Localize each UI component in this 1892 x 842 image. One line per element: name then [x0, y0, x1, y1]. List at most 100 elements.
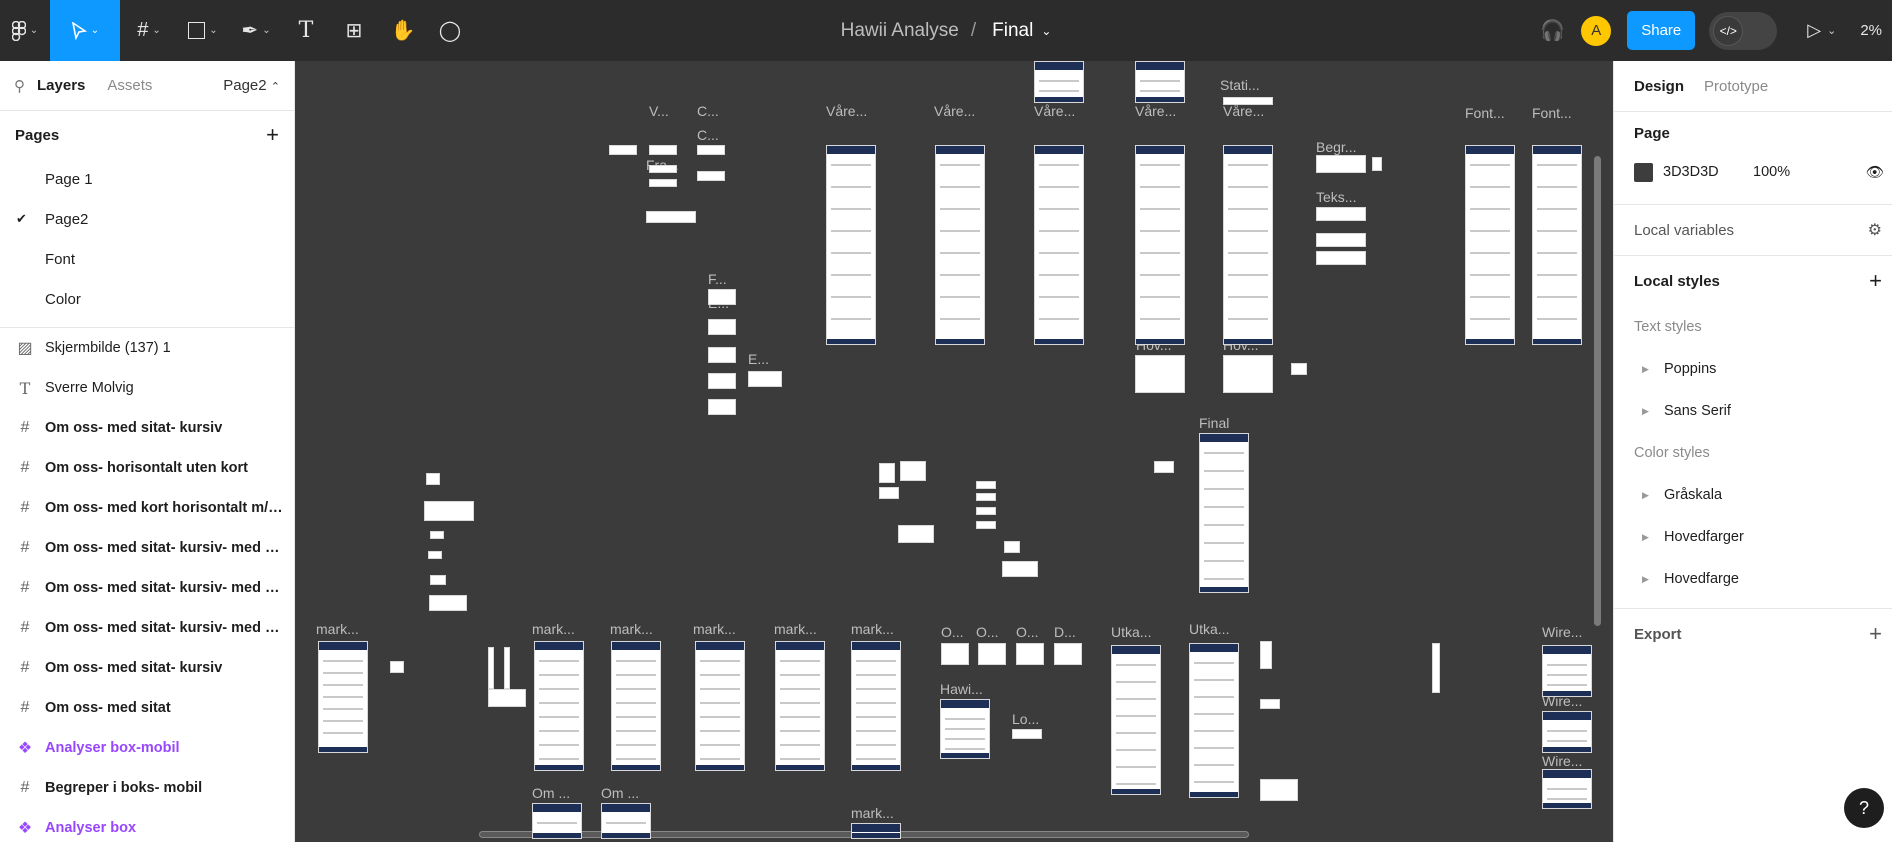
- frame-label[interactable]: O...: [1016, 624, 1039, 640]
- canvas-frame[interactable]: [826, 145, 876, 345]
- frame-label[interactable]: V...: [649, 103, 669, 119]
- text-tool-button[interactable]: T: [284, 0, 328, 61]
- canvas-frame[interactable]: [941, 643, 969, 665]
- canvas-frame[interactable]: [318, 641, 368, 753]
- frame-label[interactable]: Utka...: [1111, 624, 1151, 640]
- frame-label[interactable]: E...: [748, 351, 769, 367]
- canvas-frame[interactable]: [1002, 561, 1038, 577]
- canvas-frame[interactable]: [1432, 643, 1440, 693]
- layer-item[interactable]: # Begreper i boks- mobil: [0, 768, 294, 808]
- resources-tool-button[interactable]: ⊞: [328, 0, 380, 61]
- frame-label[interactable]: D...: [1054, 624, 1076, 640]
- canvas-frame[interactable]: [1372, 157, 1382, 171]
- main-menu-button[interactable]: ⌄: [0, 0, 50, 61]
- canvas-frame[interactable]: [1316, 251, 1366, 265]
- canvas-frame[interactable]: [940, 699, 990, 759]
- canvas-frame[interactable]: [1260, 641, 1272, 669]
- canvas-frame[interactable]: [1199, 433, 1249, 593]
- frame-label[interactable]: Stati...: [1220, 77, 1260, 93]
- canvas-frame[interactable]: [1223, 145, 1273, 345]
- canvas-frame[interactable]: [426, 473, 440, 485]
- vertical-scrollbar[interactable]: [1594, 156, 1601, 626]
- canvas-frame[interactable]: [1054, 643, 1082, 665]
- frame-label[interactable]: mark...: [693, 621, 736, 637]
- canvas-frame[interactable]: [429, 595, 467, 611]
- color-style-item[interactable]: ▶ Hovedfarger: [1634, 516, 1872, 558]
- frame-label[interactable]: Font...: [1465, 105, 1505, 121]
- frame-label[interactable]: Våre...: [1223, 103, 1264, 119]
- canvas-frame[interactable]: [1542, 711, 1592, 753]
- canvas-frame[interactable]: [649, 145, 677, 155]
- frame-label[interactable]: mark...: [532, 621, 575, 637]
- dev-mode-toggle[interactable]: </>: [1709, 11, 1778, 50]
- frame-tool-button[interactable]: # ⌄: [120, 0, 178, 61]
- layer-item[interactable]: # Om oss- med kort horisontalt m/k...: [0, 488, 294, 528]
- layer-item[interactable]: # Om oss- horisontalt uten kort: [0, 448, 294, 488]
- canvas-frame[interactable]: [1291, 363, 1307, 375]
- frame-label[interactable]: Våre...: [1034, 103, 1075, 119]
- frame-label[interactable]: Utka...: [1189, 621, 1229, 637]
- canvas-frame[interactable]: [1316, 233, 1366, 247]
- canvas-frame[interactable]: [1260, 779, 1298, 801]
- page-item-page2[interactable]: ✔ Page2: [0, 199, 294, 239]
- canvas-frame[interactable]: [1223, 355, 1273, 393]
- zoom-level[interactable]: 2%: [1860, 22, 1882, 39]
- frame-label[interactable]: Teks...: [1316, 189, 1356, 205]
- canvas-frame[interactable]: [428, 551, 442, 559]
- layer-item[interactable]: # Om oss- med sitat- kursiv- med bi...: [0, 528, 294, 568]
- canvas-frame[interactable]: [708, 373, 736, 389]
- canvas-frame[interactable]: [1016, 643, 1044, 665]
- layer-item[interactable]: # Om oss- med sitat- kursiv: [0, 648, 294, 688]
- layer-item[interactable]: ❖ Analyser box-mobil: [0, 728, 294, 768]
- project-name[interactable]: Hawii Analyse: [841, 20, 959, 42]
- background-opacity[interactable]: 100%: [1753, 164, 1790, 180]
- canvas-frame[interactable]: [430, 531, 444, 539]
- frame-label[interactable]: Wire...: [1542, 624, 1582, 640]
- move-tool-button[interactable]: ⌄: [50, 0, 120, 61]
- canvas-frame[interactable]: [646, 211, 696, 223]
- layer-item[interactable]: # Om oss- med sitat- kursiv- med bi...: [0, 608, 294, 648]
- frame-label[interactable]: mark...: [774, 621, 817, 637]
- color-style-item[interactable]: ▶ Gråskala: [1634, 474, 1872, 516]
- canvas-frame[interactable]: [879, 463, 895, 483]
- canvas-frame[interactable]: [504, 647, 510, 689]
- frame-label[interactable]: C...: [697, 127, 719, 143]
- canvas-frame[interactable]: [697, 145, 725, 155]
- frame-label[interactable]: Våre...: [934, 103, 975, 119]
- sliders-icon[interactable]: ⚙: [1868, 220, 1882, 240]
- canvas-frame[interactable]: [1189, 643, 1239, 798]
- canvas-frame[interactable]: [390, 661, 404, 673]
- canvas-frame[interactable]: [609, 145, 637, 155]
- chevron-down-icon[interactable]: ⌄: [1041, 24, 1051, 38]
- canvas-frame[interactable]: [1034, 145, 1084, 345]
- avatar[interactable]: A: [1581, 15, 1612, 46]
- canvas-frame[interactable]: [649, 165, 677, 173]
- canvas-frame[interactable]: [488, 689, 526, 707]
- share-button[interactable]: Share: [1627, 11, 1696, 50]
- frame-label[interactable]: Wire...: [1542, 753, 1582, 769]
- canvas-frame[interactable]: [601, 803, 651, 839]
- canvas-frame[interactable]: [649, 179, 677, 187]
- canvas-frame[interactable]: [1465, 145, 1515, 345]
- canvas-frame[interactable]: [976, 507, 996, 515]
- canvas-frame[interactable]: [1223, 97, 1273, 105]
- text-style-item[interactable]: ▶ Sans Serif: [1634, 390, 1872, 432]
- page-item-page-1[interactable]: Page 1: [0, 159, 294, 199]
- canvas-frame[interactable]: [1542, 645, 1592, 697]
- canvas-frame[interactable]: [851, 823, 901, 839]
- layer-item[interactable]: # Om oss- med sitat- kursiv: [0, 408, 294, 448]
- canvas-frame[interactable]: [1316, 207, 1366, 221]
- frame-label[interactable]: mark...: [610, 621, 653, 637]
- frame-label[interactable]: Våre...: [1135, 103, 1176, 119]
- canvas-frame[interactable]: [1004, 541, 1020, 553]
- canvas-frame[interactable]: [1034, 61, 1084, 103]
- frame-label[interactable]: F...: [708, 271, 727, 287]
- page-item-font[interactable]: Font: [0, 239, 294, 279]
- layer-item[interactable]: T Sverre Molvig: [0, 368, 294, 408]
- canvas-frame[interactable]: [1135, 355, 1185, 393]
- shape-tool-button[interactable]: ⌄: [178, 0, 228, 61]
- canvas-frame[interactable]: [708, 289, 736, 305]
- canvas-frame[interactable]: [1532, 145, 1582, 345]
- layer-item[interactable]: # Om oss- med sitat: [0, 688, 294, 728]
- eye-icon[interactable]: 👁: [1866, 164, 1884, 181]
